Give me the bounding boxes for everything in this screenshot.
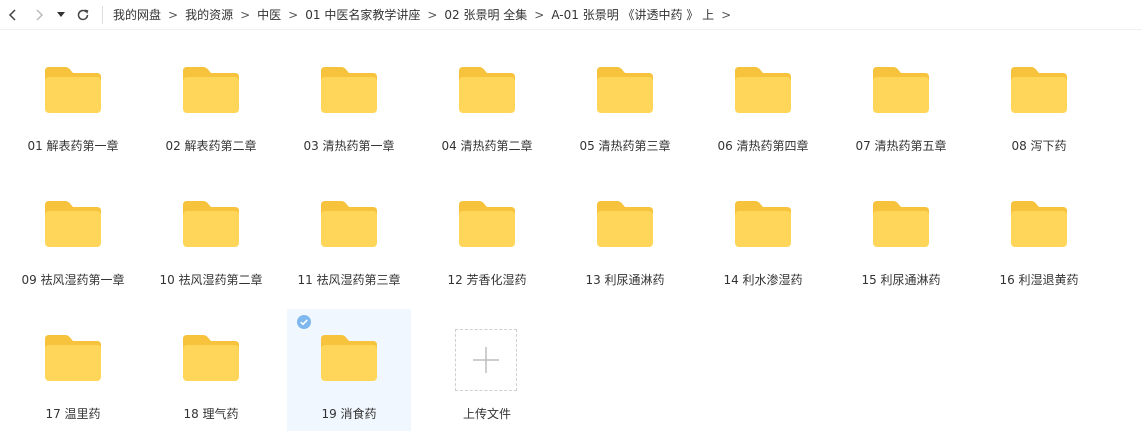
- breadcrumb-item[interactable]: 我的资源: [185, 6, 233, 23]
- folder-icon: [321, 335, 377, 381]
- folder-icon: [459, 67, 515, 113]
- folder-icon: [183, 67, 239, 113]
- folder-item[interactable]: 07 清热药第五章: [839, 41, 963, 163]
- folder-item[interactable]: 15 利尿通淋药: [839, 175, 963, 297]
- folder-item[interactable]: 13 利尿通淋药: [563, 175, 687, 297]
- breadcrumb-separator: >: [427, 7, 438, 22]
- folder-item-selected[interactable]: 19 消食药: [287, 309, 411, 431]
- folder-label: 11 祛风湿药第三章: [297, 273, 401, 287]
- upload-file-button[interactable]: 上传文件: [425, 309, 549, 431]
- breadcrumb-item[interactable]: A-01 张景明 《讲透中药 》 上: [551, 6, 714, 23]
- folder-label: 03 清热药第一章: [303, 139, 395, 153]
- refresh-button[interactable]: [72, 4, 94, 26]
- folder-icon: [45, 335, 101, 381]
- history-dropdown-button[interactable]: [54, 4, 68, 26]
- breadcrumb-separator: >: [721, 7, 732, 22]
- forward-button[interactable]: [28, 4, 50, 26]
- plus-icon: [473, 347, 499, 373]
- selected-check-icon[interactable]: [297, 315, 311, 329]
- folder-label: 08 泻下药: [1011, 139, 1067, 153]
- folder-icon: [597, 201, 653, 247]
- back-button[interactable]: [2, 4, 24, 26]
- folder-label: 02 解表药第二章: [165, 139, 257, 153]
- folder-item[interactable]: 09 祛风湿药第一章: [11, 175, 135, 297]
- folder-label: 04 清热药第二章: [441, 139, 533, 153]
- upload-label: 上传文件: [462, 407, 511, 421]
- chevron-left-icon: [8, 8, 16, 21]
- folder-label: 18 理气药: [183, 407, 239, 421]
- toolbar-divider: [102, 5, 103, 24]
- breadcrumb-separator: >: [240, 7, 251, 22]
- folder-label: 09 祛风湿药第一章: [21, 273, 125, 287]
- folder-icon: [1011, 67, 1067, 113]
- folder-icon: [45, 67, 101, 113]
- folder-label: 06 清热药第四章: [717, 139, 809, 153]
- breadcrumb-item[interactable]: 我的网盘: [113, 6, 161, 23]
- folder-item[interactable]: 05 清热药第三章: [563, 41, 687, 163]
- folder-icon: [183, 201, 239, 247]
- refresh-icon: [77, 8, 89, 20]
- folder-item[interactable]: 16 利湿退黄药: [977, 175, 1101, 297]
- folder-label: 12 芳香化湿药: [447, 273, 527, 287]
- folder-icon: [183, 335, 239, 381]
- folder-icon: [873, 201, 929, 247]
- breadcrumb-item[interactable]: 01 中医名家教学讲座: [305, 6, 420, 23]
- folder-item[interactable]: 03 清热药第一章: [287, 41, 411, 163]
- folder-item[interactable]: 06 清热药第四章: [701, 41, 825, 163]
- folder-item[interactable]: 10 祛风湿药第二章: [149, 175, 273, 297]
- folder-icon: [459, 201, 515, 247]
- breadcrumb-item[interactable]: 02 张景明 全集: [444, 6, 527, 23]
- breadcrumb-item[interactable]: 中医: [257, 6, 281, 23]
- folder-label: 19 消食药: [321, 407, 377, 421]
- folder-item[interactable]: 04 清热药第二章: [425, 41, 549, 163]
- folder-label: 05 清热药第三章: [579, 139, 671, 153]
- toolbar: 我的网盘 > 我的资源 > 中医 > 01 中医名家教学讲座 > 02 张景明 …: [0, 0, 1142, 30]
- folder-label: 14 利水渗湿药: [723, 273, 803, 287]
- folder-icon: [597, 67, 653, 113]
- folder-item[interactable]: 18 理气药: [149, 309, 273, 431]
- caret-down-icon: [57, 11, 65, 17]
- folder-label: 01 解表药第一章: [27, 139, 119, 153]
- breadcrumb: 我的网盘 > 我的资源 > 中医 > 01 中医名家教学讲座 > 02 张景明 …: [113, 6, 738, 23]
- upload-box[interactable]: [455, 329, 517, 391]
- breadcrumb-separator: >: [168, 7, 179, 22]
- folder-icon: [45, 201, 101, 247]
- folder-icon: [735, 67, 791, 113]
- folder-label: 17 温里药: [45, 407, 101, 421]
- folder-label: 15 利尿通淋药: [861, 273, 941, 287]
- folder-icon: [1011, 201, 1067, 247]
- folder-item[interactable]: 17 温里药: [11, 309, 135, 431]
- folder-item[interactable]: 12 芳香化湿药: [425, 175, 549, 297]
- chevron-right-icon: [36, 8, 44, 21]
- folder-icon: [321, 67, 377, 113]
- folder-item[interactable]: 01 解表药第一章: [11, 41, 135, 163]
- folder-item[interactable]: 08 泻下药: [977, 41, 1101, 163]
- folder-label: 16 利湿退黄药: [999, 273, 1079, 287]
- folder-item[interactable]: 11 祛风湿药第三章: [287, 175, 411, 297]
- folder-icon: [735, 201, 791, 247]
- nav-group: [0, 4, 102, 26]
- folder-icon: [321, 201, 377, 247]
- folder-item[interactable]: 02 解表药第二章: [149, 41, 273, 163]
- folder-icon: [873, 67, 929, 113]
- folder-label: 10 祛风湿药第二章: [159, 273, 263, 287]
- folder-item[interactable]: 14 利水渗湿药: [701, 175, 825, 297]
- folder-label: 13 利尿通淋药: [585, 273, 665, 287]
- folder-label: 07 清热药第五章: [855, 139, 947, 153]
- breadcrumb-separator: >: [288, 7, 299, 22]
- breadcrumb-separator: >: [534, 7, 545, 22]
